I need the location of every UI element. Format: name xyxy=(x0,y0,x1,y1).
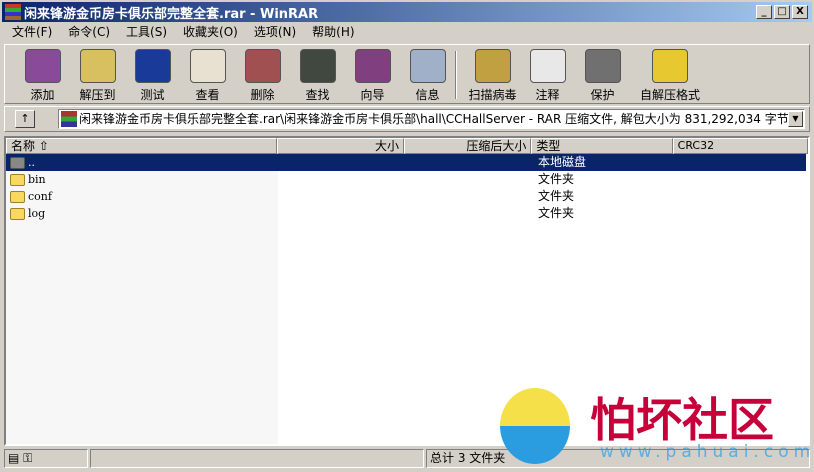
toolbar-button-add-archive[interactable]: 添加 xyxy=(15,45,70,103)
file-name: .. xyxy=(28,156,35,169)
toolbar-label: 测试 xyxy=(140,88,165,102)
toolbar-button-extract[interactable]: 解压到 xyxy=(70,45,125,103)
column-packed-size[interactable]: 压缩后大小 xyxy=(403,138,532,154)
status-total: 总计 3 文件夹 xyxy=(426,449,810,468)
status-selection xyxy=(90,449,424,468)
toolbar-label: 自解压格式 xyxy=(639,88,700,102)
toolbar-button-find[interactable]: 查找 xyxy=(290,45,345,103)
address-field[interactable]: 闲来锋游金币房卡俱乐部完整全套.rar\闲来锋游金币房卡俱乐部\hall\CCH… xyxy=(58,109,805,129)
find-icon xyxy=(299,49,336,83)
menu-tools[interactable]: 工具(S) xyxy=(118,23,175,42)
file-type: 文件夹 xyxy=(538,206,575,220)
address-path: 闲来锋游金币房卡俱乐部完整全套.rar\闲来锋游金币房卡俱乐部\hall\CCH… xyxy=(79,112,789,126)
toolbar-button-protect[interactable]: 保护 xyxy=(575,45,630,103)
window-title: 闲来锋游金币房卡俱乐部完整全套.rar - WinRAR xyxy=(24,6,319,22)
delete-icon xyxy=(244,49,281,83)
wizard-icon xyxy=(354,49,391,83)
key-icon: ⚿ xyxy=(23,451,33,465)
toolbar-button-delete[interactable]: 删除 xyxy=(235,45,290,103)
watermark-text: 怕坏社区 xyxy=(590,393,774,447)
menu-commands[interactable]: 命令(C) xyxy=(60,23,118,42)
comment-icon xyxy=(529,49,566,83)
maximize-button[interactable]: □ xyxy=(774,5,790,19)
toolbar-label: 向导 xyxy=(360,88,385,102)
address-dropdown-button[interactable]: ▼ xyxy=(788,111,803,127)
winrar-icon xyxy=(5,4,21,20)
menu-favorites[interactable]: 收藏夹(O) xyxy=(175,23,246,42)
toolbar-button-info[interactable]: 信息 xyxy=(400,45,455,103)
file-row[interactable]: bin 文件夹 xyxy=(6,171,806,188)
column-type[interactable]: 类型 xyxy=(531,138,673,154)
file-type: 文件夹 xyxy=(538,189,575,203)
menu-options[interactable]: 选项(N) xyxy=(246,23,304,42)
info-icon xyxy=(409,49,446,83)
address-bar: ↑ 闲来锋游金币房卡俱乐部完整全套.rar\闲来锋游金币房卡俱乐部\hall\C… xyxy=(4,106,810,132)
file-name: log xyxy=(28,207,46,220)
sfx-icon xyxy=(652,49,688,83)
toolbar-label: 添加 xyxy=(30,88,55,102)
toolbar-button-comment[interactable]: 注释 xyxy=(520,45,575,103)
close-button[interactable]: X xyxy=(792,5,808,19)
toolbar-button-test[interactable]: 测试 xyxy=(125,45,180,103)
column-size[interactable]: 大小 xyxy=(276,138,404,154)
file-row[interactable]: conf 文件夹 xyxy=(6,188,806,205)
drive-icon: ▤ xyxy=(8,451,20,465)
up-folder-button[interactable]: ↑ xyxy=(15,110,35,128)
toolbar-label: 删除 xyxy=(250,88,275,102)
menu-bar: 文件(F) 命令(C) 工具(S) 收藏夹(O) 选项(N) 帮助(H) xyxy=(4,23,363,42)
toolbar-label: 解压到 xyxy=(79,88,116,102)
test-icon xyxy=(134,49,171,83)
toolbar-label: 扫描病毒 xyxy=(468,88,517,102)
folder-icon xyxy=(10,174,25,186)
file-row[interactable]: log 文件夹 xyxy=(6,205,806,222)
folder-icon xyxy=(10,191,25,203)
minimize-button[interactable]: _ xyxy=(756,5,772,19)
toolbar-label: 查看 xyxy=(195,88,220,102)
folder-icon xyxy=(10,157,25,169)
status-bar: ▤ ⚿ 总计 3 文件夹 xyxy=(4,449,810,469)
virus-scan-icon xyxy=(474,49,511,83)
file-type: 文件夹 xyxy=(538,172,575,186)
column-crc32[interactable]: CRC32 xyxy=(672,138,808,154)
extract-icon xyxy=(79,49,116,83)
title-bar: 闲来锋游金币房卡俱乐部完整全套.rar - WinRAR _ □ X xyxy=(2,2,812,22)
file-type: 本地磁盘 xyxy=(538,155,587,169)
toolbar-button-wizard[interactable]: 向导 xyxy=(345,45,400,103)
rar-archive-icon xyxy=(61,111,77,127)
file-name: bin xyxy=(28,173,46,186)
file-row[interactable]: .. 本地磁盘 xyxy=(6,154,806,171)
toolbar-button-view[interactable]: 查看 xyxy=(180,45,235,103)
toolbar-label: 保护 xyxy=(590,88,615,102)
column-name[interactable]: 名称 ⇧ xyxy=(6,138,277,154)
folder-icon xyxy=(10,208,25,220)
toolbar-label: 信息 xyxy=(415,88,440,102)
toolbar-separator xyxy=(455,51,457,99)
status-icons: ▤ ⚿ xyxy=(4,449,88,468)
view-icon xyxy=(189,49,226,83)
add-archive-icon xyxy=(24,49,61,83)
toolbar-button-virus-scan[interactable]: 扫描病毒 xyxy=(465,45,520,103)
file-name: conf xyxy=(28,190,52,203)
protect-icon xyxy=(584,49,621,83)
toolbar-button-sfx[interactable]: 自解压格式 xyxy=(630,45,710,103)
toolbar: 添加 解压到 测试 查看 删除 查找 向导 信息 扫描病毒 注释 保护 自解压格式 xyxy=(4,44,810,104)
toolbar-label: 注释 xyxy=(535,88,560,102)
menu-file[interactable]: 文件(F) xyxy=(4,23,60,42)
toolbar-label: 查找 xyxy=(305,88,330,102)
menu-help[interactable]: 帮助(H) xyxy=(304,23,362,42)
